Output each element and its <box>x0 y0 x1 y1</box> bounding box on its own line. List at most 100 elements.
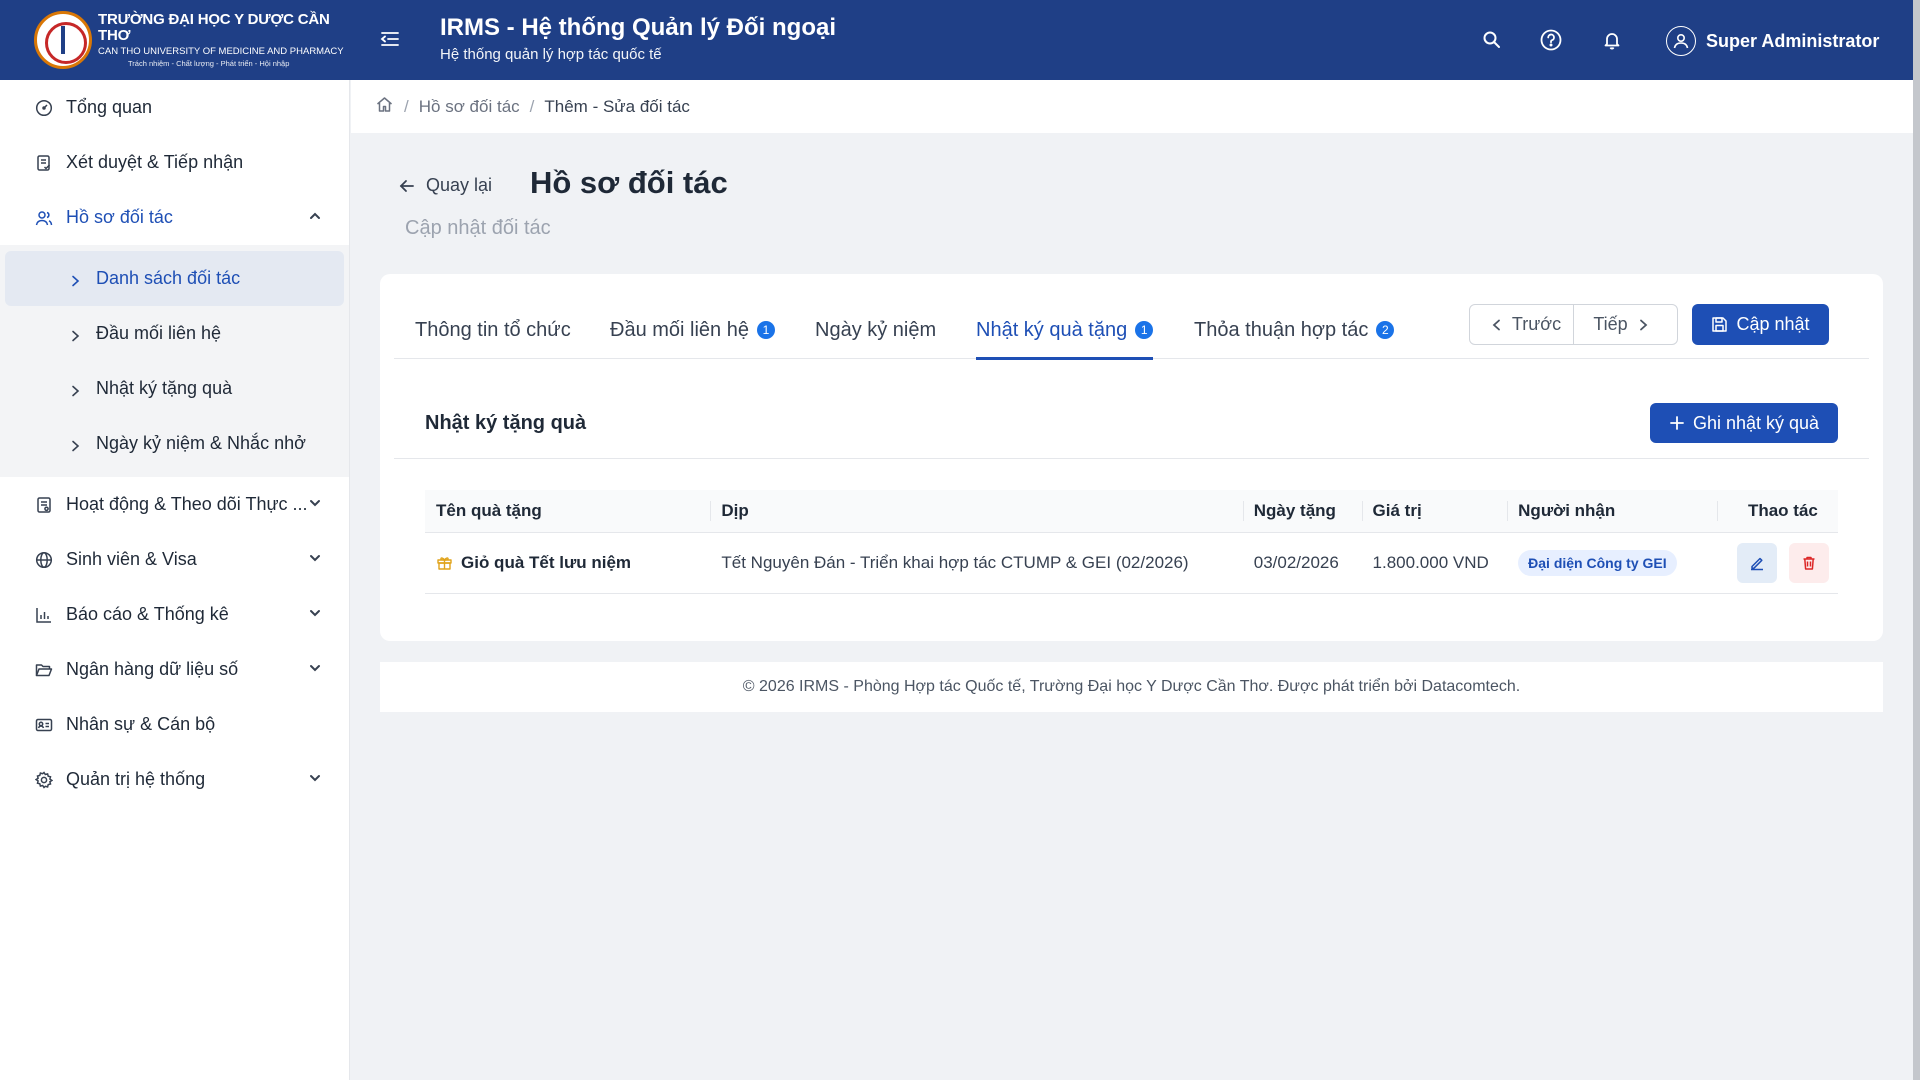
next-label: Tiếp <box>1593 314 1628 334</box>
gift-name-cell: Giỏ quà Tết lưu niệm <box>425 531 711 594</box>
sidebar-item-partner-profiles[interactable]: Hồ sơ đối tác <box>0 190 349 245</box>
sidebar-item-label: Tổng quan <box>66 97 153 117</box>
add-gift-log-button[interactable]: Ghi nhật ký quà <box>1650 403 1838 443</box>
chevron-down-icon <box>307 550 323 566</box>
tab-organization-info[interactable]: Thông tin tổ chức <box>415 312 571 348</box>
sidebar-item-overview[interactable]: Tổng quan <box>0 80 349 135</box>
breadcrumb-separator: / <box>404 96 409 116</box>
tab-anniversaries[interactable]: Ngày kỷ niệm <box>815 312 936 348</box>
section-divider <box>394 458 1869 459</box>
record-pager: Trước Tiếp <box>1469 304 1678 345</box>
brand[interactable]: TRƯỜNG ĐẠI HỌC Y DƯỢC CẦN THƠ CAN THO UN… <box>0 0 350 80</box>
occasion-cell: Tết Nguyên Đán - Triển khai hợp tác CTUM… <box>710 531 1243 594</box>
university-logo <box>34 11 92 69</box>
tab-cooperation-agreements[interactable]: Thỏa thuận hợp tác 2 <box>1194 312 1395 348</box>
tab-gift-log[interactable]: Nhật ký quà tặng 1 <box>976 312 1154 360</box>
brand-name: TRƯỜNG ĐẠI HỌC Y DƯỢC CẦN THƠ <box>98 10 330 45</box>
gift-icon <box>437 557 452 570</box>
sidebar-subitem-label: Đầu mối liên hệ <box>96 323 222 343</box>
breadcrumb-link[interactable]: Hồ sơ đối tác <box>419 97 520 117</box>
users-icon <box>34 208 54 228</box>
sidebar-item-label: Hoạt động & Theo dõi Thực ... <box>66 494 308 514</box>
back-button[interactable]: Quay lại <box>398 175 492 196</box>
column-header[interactable]: Ngày tặng <box>1242 490 1362 532</box>
sidebar-item-label: Báo cáo & Thống kê <box>66 604 229 624</box>
sidebar-item-digital-data-bank[interactable]: Ngân hàng dữ liệu số <box>0 642 349 697</box>
previous-button[interactable]: Trước <box>1470 305 1573 344</box>
next-button[interactable]: Tiếp <box>1573 305 1677 344</box>
pencil-icon <box>1750 557 1763 570</box>
user-menu[interactable]: Super Administrator <box>1666 26 1879 56</box>
sidebar-item-label: Hồ sơ đối tác <box>66 207 173 227</box>
table-header-row: Tên quà tặng Dịp Ngày tặng Giá trị Người… <box>425 490 1838 532</box>
sidebar-subitem-label: Nhật ký tặng quà <box>96 378 233 398</box>
sidebar-item-system-admin[interactable]: Quản trị hệ thống <box>0 752 349 807</box>
trash-icon <box>1803 556 1815 570</box>
sidebar-item-staff[interactable]: Nhân sự & Cán bộ <box>0 697 349 752</box>
tab-label: Thông tin tổ chức <box>415 318 571 341</box>
sidebar-item-contacts[interactable]: Đầu mối liên hệ <box>0 306 349 361</box>
gift-log-table: Tên quà tặng Dịp Ngày tặng Giá trị Người… <box>425 490 1838 594</box>
chevron-left-icon <box>1492 319 1500 330</box>
activity-icon <box>34 495 54 515</box>
globe-icon <box>34 550 54 570</box>
page-title: Hồ sơ đối tác <box>530 165 728 200</box>
scrollbar-thumb[interactable] <box>1913 0 1920 1080</box>
partner-form-card: Thông tin tổ chức Đầu mối liên hệ 1 Ngày… <box>380 274 1883 641</box>
update-button-label: Cập nhật <box>1736 314 1810 334</box>
tab-count-badge: 1 <box>1135 321 1154 339</box>
sidebar-item-label: Sinh viên & Visa <box>66 549 197 569</box>
search-icon[interactable] <box>1480 28 1504 52</box>
chevron-right-icon <box>68 437 82 451</box>
sidebar-item-label: Quản trị hệ thống <box>66 769 206 789</box>
sidebar-item-gift-log[interactable]: Nhật ký tặng quà <box>0 361 349 416</box>
sidebar-item-partner-list[interactable]: Danh sách đối tác <box>5 251 344 306</box>
chevron-right-icon <box>68 382 82 396</box>
user-name: Super Administrator <box>1706 30 1880 51</box>
app-subtitle: Hệ thống quản lý hợp tác quốc tế <box>440 46 662 63</box>
column-header[interactable]: Giá trị <box>1361 490 1508 532</box>
tab-label: Đầu mối liên hệ <box>610 318 749 341</box>
chevron-right-icon <box>1639 319 1648 330</box>
bell-icon[interactable] <box>1600 28 1624 52</box>
breadcrumb: / Hồ sơ đối tác / Thêm - Sửa đối tác <box>351 80 1913 133</box>
chevron-down-icon <box>307 605 323 621</box>
home-icon[interactable] <box>375 95 394 119</box>
sidebar-subitem-label: Ngày kỷ niệm & Nhắc nhở <box>96 433 306 453</box>
sidebar-item-anniversaries[interactable]: Ngày kỷ niệm & Nhắc nhở <box>0 416 349 471</box>
brand-slogan: Trách nhiệm - Chất lượng - Phát triển - … <box>128 59 290 69</box>
edit-button[interactable] <box>1736 542 1777 583</box>
column-header[interactable]: Dịp <box>710 490 1242 532</box>
previous-label: Trước <box>1511 314 1562 334</box>
menu-collapse-icon[interactable] <box>379 28 401 50</box>
column-header: Thao tác <box>1716 490 1838 532</box>
sidebar: Tổng quan Xét duyệt & Tiếp nhận Hồ sơ đố… <box>0 80 350 1080</box>
sidebar-item-review[interactable]: Xét duyệt & Tiếp nhận <box>0 135 349 190</box>
actions-cell <box>1716 531 1838 594</box>
footer-text: © 2026 IRMS - Phòng Hợp tác Quốc tế, Trư… <box>742 678 1521 695</box>
brand-name-english: CAN THO UNIVERSITY OF MEDICINE AND PHARM… <box>98 45 344 57</box>
sidebar-item-students-visa[interactable]: Sinh viên & Visa <box>0 532 349 587</box>
settings-icon <box>34 770 54 790</box>
tab-count-badge: 1 <box>756 321 775 339</box>
partner-profiles-submenu: Danh sách đối tác Đầu mối liên hệ Nhật k… <box>0 245 349 477</box>
id-card-icon <box>34 715 54 735</box>
clipboard-check-icon <box>34 153 54 173</box>
delete-button[interactable] <box>1788 542 1829 583</box>
sidebar-item-activities[interactable]: Hoạt động & Theo dõi Thực ... <box>0 477 349 532</box>
update-button[interactable]: Cập nhật <box>1692 304 1829 345</box>
table-row: Giỏ quà Tết lưu niệm Tết Nguyên Đán - Tr… <box>425 531 1838 594</box>
tab-contacts[interactable]: Đầu mối liên hệ 1 <box>610 312 775 348</box>
column-header[interactable]: Tên quà tặng <box>425 490 710 532</box>
recipient-cell: Đại diện Công ty GEI <box>1507 531 1717 594</box>
chevron-down-icon <box>307 770 323 786</box>
sidebar-subitem-label: Danh sách đối tác <box>96 268 241 288</box>
column-header[interactable]: Người nhận <box>1507 490 1717 532</box>
add-gift-log-label: Ghi nhật ký quà <box>1692 412 1820 433</box>
chevron-right-icon <box>68 272 82 286</box>
page-scrollbar[interactable] <box>1913 0 1920 1080</box>
sidebar-item-reports[interactable]: Báo cáo & Thống kê <box>0 587 349 642</box>
chevron-right-icon <box>68 327 82 341</box>
breadcrumb-separator: / <box>529 96 535 116</box>
help-icon[interactable] <box>1539 28 1563 52</box>
